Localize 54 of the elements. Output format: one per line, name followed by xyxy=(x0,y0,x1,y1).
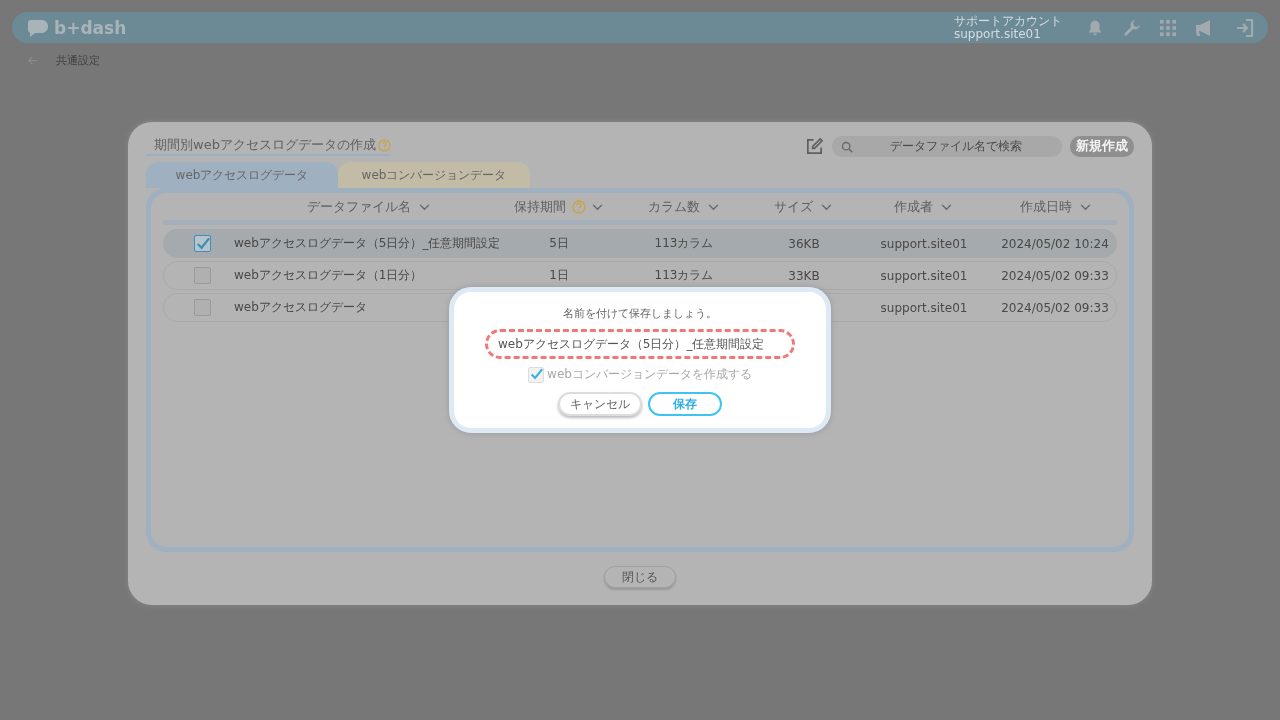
table-cell: support.site01 xyxy=(880,268,968,283)
checkbox-label: webコンバージョンデータを作成する xyxy=(547,366,752,383)
cancel-button[interactable]: キャンセル xyxy=(558,392,642,416)
table-cell: 5日 xyxy=(549,236,569,250)
bell-icon[interactable] xyxy=(1086,18,1104,37)
help-icon[interactable] xyxy=(571,200,586,214)
checkbox[interactable] xyxy=(193,267,211,284)
checkbox[interactable] xyxy=(193,299,211,316)
table-cell: 2024/05/02 10:24 xyxy=(1001,236,1109,251)
save-button[interactable]: 保存 xyxy=(648,392,722,416)
table-cell: 36KB xyxy=(788,236,820,251)
wrench-icon[interactable] xyxy=(1122,17,1142,38)
table-cell: webアクセスログデータ（5日分）_任意期間設定 xyxy=(234,236,501,250)
chevron-down-icon[interactable] xyxy=(707,203,719,211)
account-id: support.site01 xyxy=(954,27,1042,41)
column-header[interactable]: 保持期間 xyxy=(513,198,603,216)
chevron-down-icon[interactable] xyxy=(1079,203,1091,211)
account-label: サポートアカウント xyxy=(954,14,1062,28)
table-cell: webアクセスログデータ（1日分） xyxy=(234,268,423,282)
logo-icon xyxy=(26,17,50,38)
grid-icon[interactable] xyxy=(1160,19,1176,36)
search-icon xyxy=(841,140,853,153)
tab[interactable]: webコンバージョンデータ xyxy=(338,162,530,188)
table-cell: 113カラム xyxy=(654,268,714,282)
help-icon[interactable] xyxy=(377,138,391,152)
chevron-down-icon[interactable] xyxy=(821,203,832,211)
modal-title: 期間別webアクセスログデータの作成 xyxy=(154,136,376,154)
table-cell: support.site01 xyxy=(880,300,968,315)
column-header[interactable]: 作成者 xyxy=(894,198,952,216)
chevron-down-icon[interactable] xyxy=(591,203,603,211)
table-cell: support.site01 xyxy=(880,236,968,251)
dialog-prompt: 名前を付けて保存しましょう。 xyxy=(563,306,717,321)
table-row[interactable]: webアクセスログデータ（5日分）_任意期間設定 5日 113カラム 36KB support.site01 2024/05/02 10:24 xyxy=(163,229,1117,258)
column-header[interactable]: 作成日時 xyxy=(1019,198,1091,216)
table-cell: 2024/05/02 09:33 xyxy=(1001,300,1109,315)
name-input-field[interactable]: webアクセスログデータ（5日分）_任意期間設定 xyxy=(485,329,795,359)
column-header[interactable]: サイズ xyxy=(774,198,832,216)
table-cell: 33KB xyxy=(788,268,820,283)
table-cell: 1日 xyxy=(549,268,569,282)
chevron-down-icon[interactable] xyxy=(418,203,430,211)
new-button[interactable]: 新規作成 xyxy=(1070,135,1134,157)
chevron-down-icon[interactable] xyxy=(941,203,952,211)
table-cell: webアクセスログデータ xyxy=(234,300,367,314)
tab[interactable]: webアクセスログデータ xyxy=(146,162,338,188)
edit-icon[interactable] xyxy=(805,136,824,156)
column-header[interactable]: データファイル名 xyxy=(306,198,430,216)
table-cell: 2024/05/02 09:33 xyxy=(1001,268,1109,283)
logo-text: b+dash xyxy=(54,17,127,38)
column-header[interactable]: カラム数 xyxy=(647,198,719,216)
close-button[interactable]: 閉じる xyxy=(604,566,676,588)
checkbox[interactable] xyxy=(193,235,211,252)
search-field[interactable]: データファイル名で検索 xyxy=(832,135,1062,157)
table-cell: 113カラム xyxy=(654,236,714,250)
login-icon[interactable] xyxy=(1234,16,1256,39)
